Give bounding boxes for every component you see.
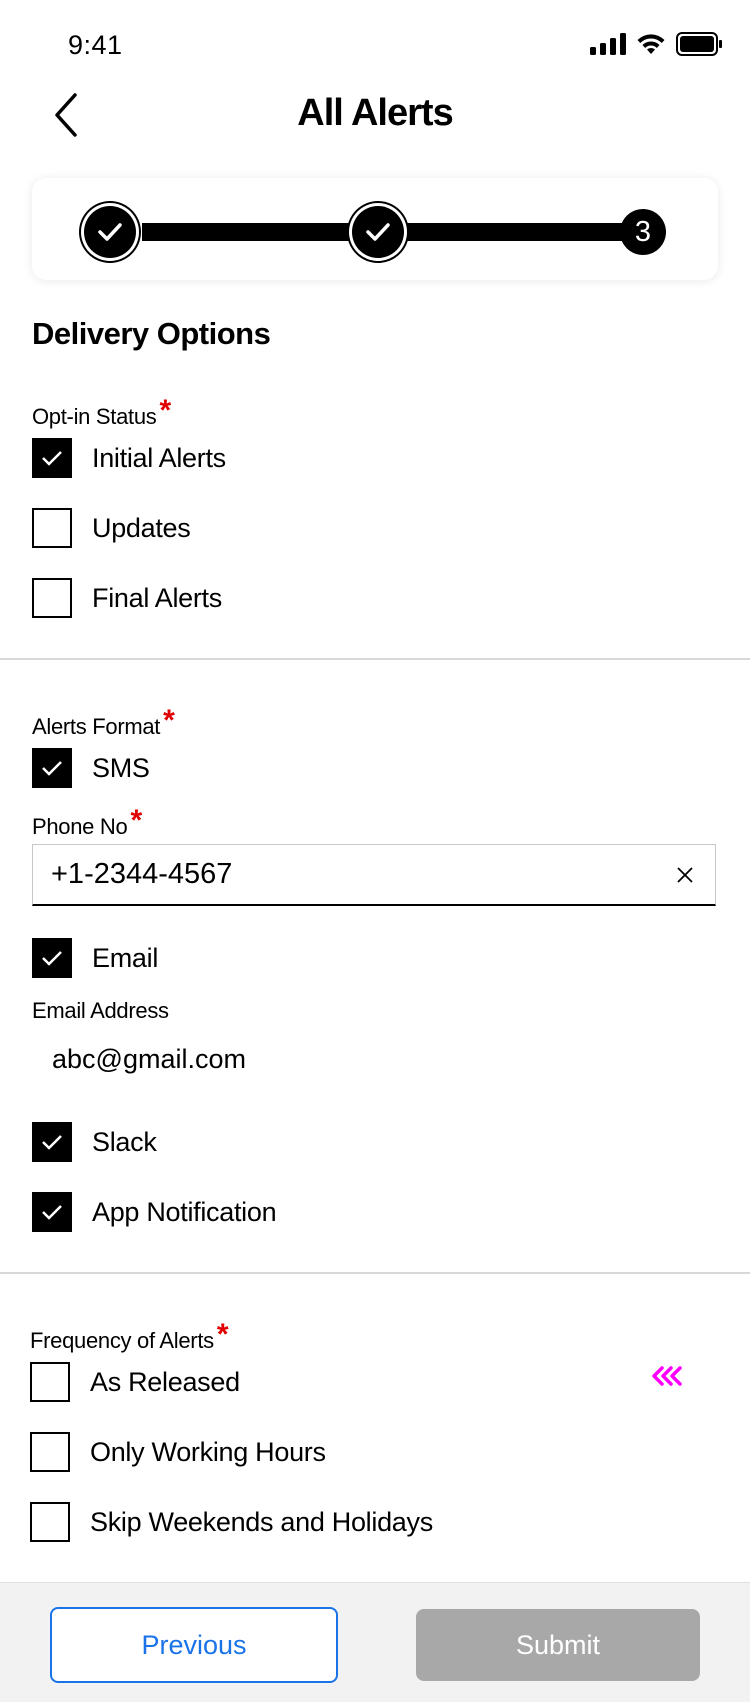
alerts-format-label: Alerts Format *: [32, 704, 175, 742]
check-icon: [98, 223, 122, 241]
checkbox-email[interactable]: Email: [32, 938, 158, 978]
checkbox-label: Final Alerts: [92, 582, 222, 613]
checkbox-box[interactable]: [30, 1432, 70, 1472]
checkbox-box[interactable]: [32, 578, 72, 618]
frequency-text: Frequency of Alerts: [30, 1328, 214, 1353]
checkbox-sms[interactable]: SMS: [32, 748, 150, 788]
check-icon: [42, 1135, 62, 1150]
progress-stepper: 3: [32, 178, 718, 280]
submit-button[interactable]: Submit: [416, 1609, 700, 1681]
step-2-complete: [352, 206, 404, 258]
required-asterisk: *: [159, 394, 172, 427]
phone-no-text: Phone No: [32, 814, 128, 839]
checkbox-label: Initial Alerts: [92, 442, 226, 473]
check-icon: [42, 1205, 62, 1220]
footer-bar: Previous Submit: [0, 1582, 750, 1702]
frequency-label: Frequency of Alerts *: [30, 1318, 229, 1356]
checkbox-skip-weekends[interactable]: Skip Weekends and Holidays: [30, 1502, 433, 1542]
status-icons: [590, 32, 722, 56]
battery-icon: [676, 32, 722, 56]
status-time: 9:41: [68, 30, 123, 60]
checkbox-label: App Notification: [92, 1196, 277, 1227]
checkbox-box[interactable]: [32, 508, 72, 548]
phone-no-label: Phone No *: [32, 804, 142, 842]
wifi-icon: [637, 34, 665, 54]
checkbox-box[interactable]: [30, 1502, 70, 1542]
check-icon: [42, 951, 62, 966]
required-asterisk: *: [163, 704, 175, 737]
checkbox-initial-alerts[interactable]: Initial Alerts: [32, 438, 226, 478]
divider: [0, 1272, 750, 1274]
checkbox-box[interactable]: [32, 438, 72, 478]
checkbox-label: Skip Weekends and Holidays: [90, 1506, 433, 1537]
step-1-complete: [84, 206, 136, 258]
step-3-current: 3: [620, 209, 666, 255]
signal-icon: [590, 33, 626, 55]
checkbox-box[interactable]: [30, 1362, 70, 1402]
check-icon: [366, 223, 390, 241]
previous-button[interactable]: Previous: [50, 1607, 338, 1683]
check-icon: [42, 761, 62, 776]
checkbox-label: Only Working Hours: [90, 1436, 326, 1467]
alerts-format-text: Alerts Format: [32, 714, 161, 739]
section-title: Delivery Options: [32, 316, 271, 351]
page-title: All Alerts: [297, 92, 453, 134]
required-asterisk: *: [216, 1318, 229, 1351]
checkbox-only-working-hours[interactable]: Only Working Hours: [30, 1432, 326, 1472]
checkbox-as-released[interactable]: As Released: [30, 1362, 240, 1402]
status-bar: 9:41: [0, 0, 750, 90]
checkbox-label: Updates: [92, 512, 191, 543]
required-asterisk: *: [130, 804, 142, 837]
phone-input[interactable]: [33, 858, 633, 891]
checkbox-updates[interactable]: Updates: [32, 508, 191, 548]
checkbox-box[interactable]: [32, 1122, 72, 1162]
checkbox-slack[interactable]: Slack: [32, 1122, 157, 1162]
checkbox-label: As Released: [90, 1366, 240, 1397]
opt-in-status-label: Opt-in Status *: [32, 394, 171, 432]
checkbox-label: SMS: [92, 752, 150, 783]
checkbox-box[interactable]: [32, 748, 72, 788]
email-address-label: Email Address: [32, 998, 169, 1023]
phone-field: [32, 844, 716, 906]
clear-icon[interactable]: [673, 863, 697, 887]
opt-in-status-text: Opt-in Status: [32, 404, 157, 429]
header: All Alerts: [0, 82, 750, 152]
double-chevron-left-icon[interactable]: [650, 1364, 686, 1388]
checkbox-box[interactable]: [32, 1192, 72, 1232]
checkbox-box[interactable]: [32, 938, 72, 978]
checkbox-final-alerts[interactable]: Final Alerts: [32, 578, 222, 618]
checkbox-label: Email: [92, 942, 159, 973]
checkbox-label: Slack: [92, 1126, 157, 1157]
divider: [0, 658, 750, 660]
checkbox-app-notification[interactable]: App Notification: [32, 1192, 277, 1232]
check-icon: [42, 451, 62, 466]
email-address-value: abc@gmail.com: [52, 1044, 246, 1074]
